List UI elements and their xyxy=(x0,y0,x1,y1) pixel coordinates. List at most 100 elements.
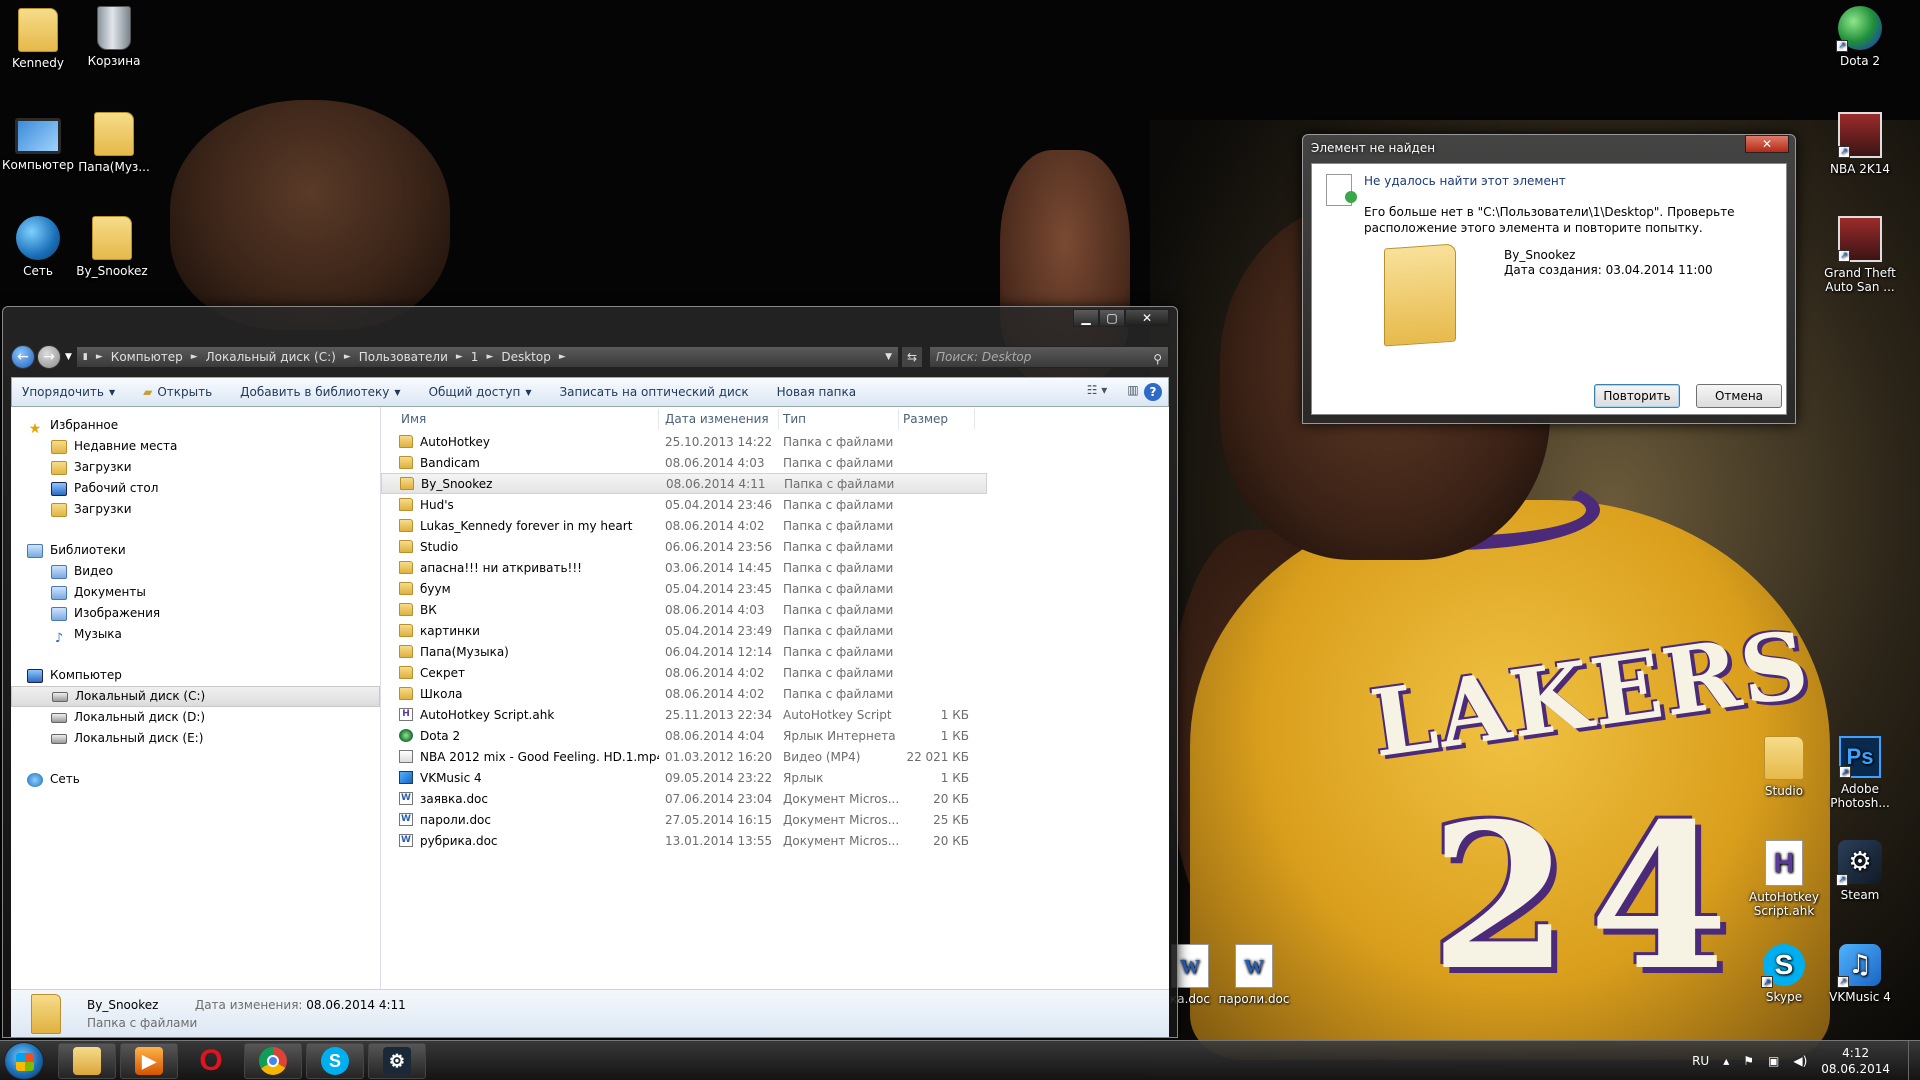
history-dropdown-icon[interactable]: ▼ xyxy=(65,352,72,362)
desktop-icon-ahk-script[interactable]: H AutoHotkey Script.ahk xyxy=(1742,840,1826,918)
nav-drive-e[interactable]: Локальный диск (E:) xyxy=(11,728,380,749)
nav-recent-places[interactable]: Недавние места xyxy=(11,436,380,457)
file-row[interactable]: Школа 08.06.2014 4:02 Папка с файлами xyxy=(381,683,987,704)
file-row[interactable]: картинки 05.04.2014 23:49 Папка с файлами xyxy=(381,620,987,641)
open-button[interactable]: ▰ Открыть xyxy=(143,385,212,399)
clock[interactable]: 4:12 08.06.2014 xyxy=(1821,1045,1890,1077)
burn-button[interactable]: Записать на оптический диск xyxy=(559,385,748,399)
taskbar-steam[interactable]: ⚙ xyxy=(368,1043,426,1079)
desktop-icon-gta[interactable]: ↗ Grand Theft Auto San ... xyxy=(1818,216,1902,294)
desktop-icon-photoshop[interactable]: Ps ↗ Adobe Photosh... xyxy=(1818,736,1902,810)
file-name: картинки xyxy=(420,623,480,638)
nav-music[interactable]: ♪ Музыка xyxy=(11,624,380,646)
forward-button[interactable]: → xyxy=(37,345,61,369)
nav-images[interactable]: Изображения xyxy=(11,603,380,624)
language-indicator[interactable]: RU xyxy=(1692,1054,1709,1068)
taskbar-skype[interactable]: S xyxy=(306,1043,364,1079)
add-to-library-button[interactable]: Добавить в библиотеку ▼ xyxy=(240,385,400,399)
desktop-icon-papa-music[interactable]: Папа(Муз... xyxy=(72,112,156,174)
address-bar[interactable]: ▮ ► Компьютер ► Локальный диск (C:) ► По… xyxy=(75,346,899,368)
nav-desktop[interactable]: Рабочий стол xyxy=(11,478,380,499)
file-row[interactable]: Bandicam 08.06.2014 4:03 Папка с файлами xyxy=(381,452,987,473)
taskbar-chrome[interactable] xyxy=(244,1043,302,1079)
desktop-icon-dota2[interactable]: ↗ Dota 2 xyxy=(1818,6,1902,68)
desktop-icon-by-snookez[interactable]: By_Snookez xyxy=(70,216,154,278)
organize-button[interactable]: Упорядочить ▼ xyxy=(22,385,115,399)
nav-drive-d[interactable]: Локальный диск (D:) xyxy=(11,707,380,728)
nav-network[interactable]: Сеть xyxy=(11,769,380,790)
breadcrumb-users[interactable]: Пользователи xyxy=(359,350,448,364)
desktop-icon-paroli-doc[interactable]: W пароли.doc xyxy=(1212,944,1296,1006)
file-row[interactable]: Wпароли.doc 27.05.2014 16:15 Документ Micr… xyxy=(381,809,987,830)
nav-computer[interactable]: Компьютер xyxy=(11,665,380,686)
refresh-button[interactable]: ⇆ xyxy=(901,346,923,368)
desktop-icon-network[interactable]: Сеть xyxy=(0,216,80,278)
search-input[interactable]: Поиск: Desktop ⚲ xyxy=(929,346,1169,368)
file-row[interactable]: Dota 2 08.06.2014 4:04 Ярлык Интернета 1 КБ xyxy=(381,725,987,746)
file-row[interactable]: H AutoHotkey Script.ahk 25.11.2013 22:34 Au… xyxy=(381,704,987,725)
column-date-modified[interactable]: Дата изменения xyxy=(659,408,779,429)
desktop-icon-steam[interactable]: ⚙ ↗ Steam xyxy=(1818,840,1902,902)
breadcrumb-drive-c[interactable]: Локальный диск (C:) xyxy=(206,350,336,364)
file-row[interactable]: By_Snookez 08.06.2014 4:11 Папка с файлами xyxy=(381,473,987,494)
column-type[interactable]: Тип xyxy=(779,408,899,429)
column-size[interactable]: Размер xyxy=(899,408,975,429)
maximize-button[interactable]: ▢ xyxy=(1099,309,1125,327)
cancel-button[interactable]: Отмена xyxy=(1696,384,1782,408)
folder-icon xyxy=(399,624,413,637)
file-row[interactable]: Lukas_Kennedy forever in my heart 08.06.2… xyxy=(381,515,987,536)
breadcrumb-computer[interactable]: Компьютер xyxy=(111,350,183,364)
back-button[interactable]: ← xyxy=(11,345,35,369)
breadcrumb-user-1[interactable]: 1 xyxy=(471,350,479,364)
desktop-icon-kennedy[interactable]: Kennedy xyxy=(0,8,80,70)
preview-pane-icon[interactable]: ▥ xyxy=(1122,383,1144,401)
file-row[interactable]: Wрубрика.doc 13.01.2014 13:55 Документ Mic… xyxy=(381,830,987,851)
file-row[interactable]: Hud's 05.04.2014 23:46 Папка с файлами xyxy=(381,494,987,515)
nav-favorites[interactable]: ★ Избранное xyxy=(11,415,380,437)
close-button[interactable]: ✕ xyxy=(1125,309,1169,327)
nav-downloads[interactable]: Загрузки xyxy=(11,457,380,478)
file-row[interactable]: ВК 08.06.2014 4:03 Папка с файлами xyxy=(381,599,987,620)
retry-button[interactable]: Повторить xyxy=(1594,384,1680,408)
file-row[interactable]: Studio 06.06.2014 23:56 Папка с файлами xyxy=(381,536,987,557)
file-row[interactable]: NBA 2012 mix - Good Feeling. HD.1.mp4 01.… xyxy=(381,746,987,767)
help-icon[interactable]: ? xyxy=(1144,383,1162,401)
file-row[interactable]: Секрет 08.06.2014 4:02 Папка с файлами xyxy=(381,662,987,683)
desktop-icon-skype[interactable]: S ↗ Skype xyxy=(1742,944,1826,1004)
minimize-button[interactable]: ▁ xyxy=(1073,309,1099,327)
desktop-icon-recycle-bin[interactable]: Корзина xyxy=(72,6,156,68)
action-center-flag-icon[interactable]: ⚑ xyxy=(1743,1054,1754,1068)
column-name[interactable]: Имя xyxy=(399,408,659,429)
explorer-window[interactable]: ▁ ▢ ✕ ← → ▼ ▮ ► Компьютер ► Локальный ди… xyxy=(2,306,1178,1038)
nav-libraries[interactable]: Библиотеки xyxy=(11,540,380,561)
nav-drive-c[interactable]: Локальный диск (C:) xyxy=(11,686,380,707)
item-not-found-dialog[interactable]: Элемент не найден ✕ Не удалось найти это… xyxy=(1302,134,1796,424)
start-button[interactable] xyxy=(4,1042,44,1080)
address-dropdown-icon[interactable]: ▼ xyxy=(885,352,892,362)
file-row[interactable]: апасна!!! ни аткривать!!! 03.06.2014 14:4… xyxy=(381,557,987,578)
file-row[interactable]: Wзаявка.doc 07.06.2014 23:04 Документ Micr… xyxy=(381,788,987,809)
share-button[interactable]: Общий доступ ▼ xyxy=(429,385,532,399)
show-hidden-icons[interactable]: ▴ xyxy=(1723,1054,1729,1068)
desktop-icon-studio[interactable]: Studio xyxy=(1742,736,1826,798)
network-tray-icon[interactable]: ▣ xyxy=(1768,1054,1779,1068)
view-options-icon[interactable]: ☷ ▾ xyxy=(1086,383,1108,401)
volume-icon[interactable]: ◀) xyxy=(1793,1054,1807,1068)
desktop-icon-vkmusic[interactable]: ♫ ↗ VKMusic 4 xyxy=(1818,944,1902,1004)
breadcrumb-desktop[interactable]: Desktop xyxy=(501,350,551,364)
desktop-icon-computer[interactable]: Компьютер xyxy=(0,112,80,172)
taskbar-opera[interactable]: O xyxy=(182,1043,240,1079)
new-folder-button[interactable]: Новая папка xyxy=(777,385,856,399)
file-row[interactable]: Папа(Музыка) 06.04.2014 12:14 Папка с файл… xyxy=(381,641,987,662)
file-row[interactable]: буум 05.04.2014 23:45 Папка с файлами xyxy=(381,578,987,599)
nav-video[interactable]: Видео xyxy=(11,561,380,582)
taskbar-explorer[interactable] xyxy=(58,1043,116,1079)
file-row[interactable]: VKMusic 4 09.05.2014 23:22 Ярлык 1 КБ xyxy=(381,767,987,788)
file-row[interactable]: AutoHotkey 25.10.2013 14:22 Папка с файлам… xyxy=(381,431,987,452)
desktop-icon-nba2k14[interactable]: ↗ NBA 2K14 xyxy=(1818,112,1902,176)
show-desktop-button[interactable] xyxy=(1908,1041,1920,1080)
dialog-close-button[interactable]: ✕ xyxy=(1745,135,1789,153)
nav-downloads-2[interactable]: Загрузки xyxy=(11,499,380,520)
taskbar-media-player[interactable]: ▶ xyxy=(120,1043,178,1079)
nav-documents[interactable]: Документы xyxy=(11,582,380,603)
